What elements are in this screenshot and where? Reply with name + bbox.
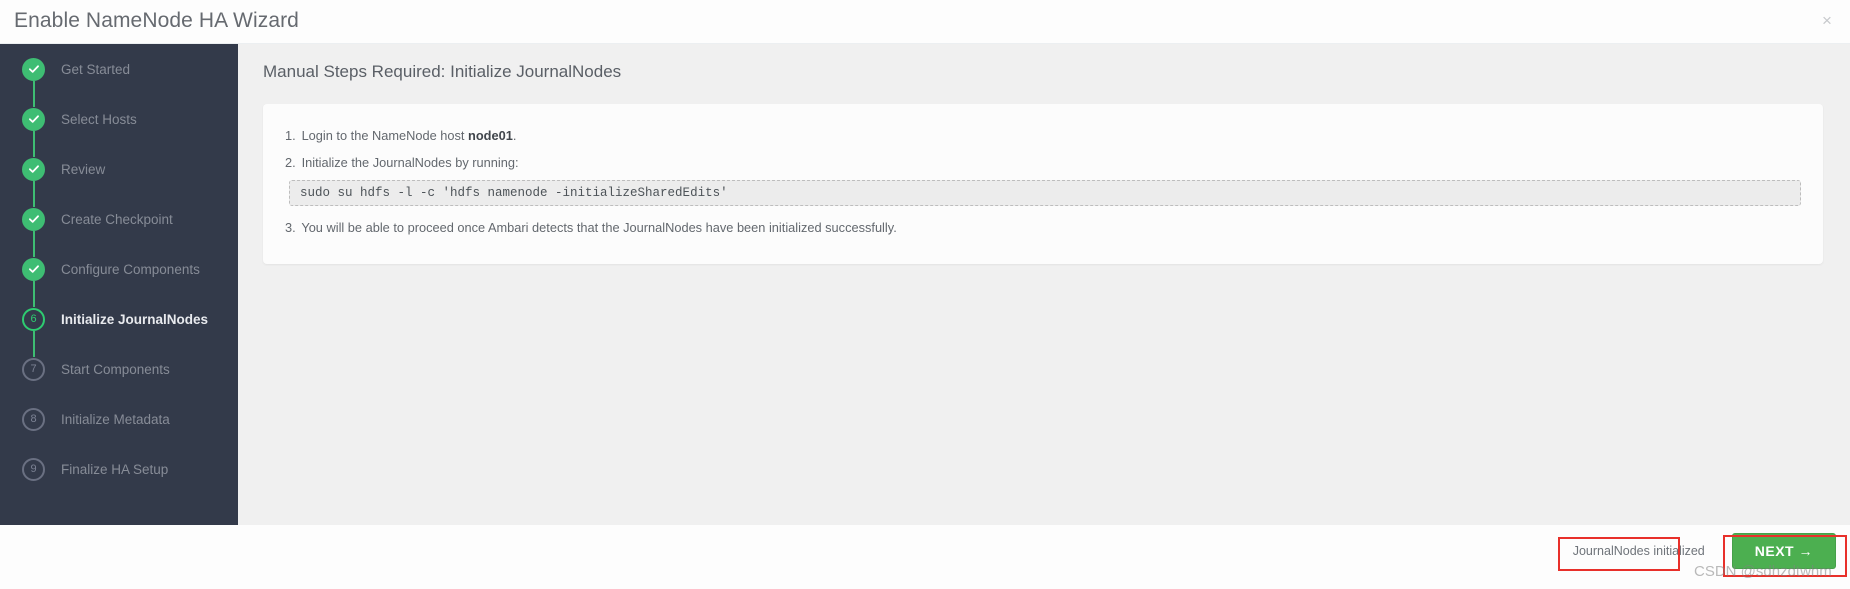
instruction-item-2: 2. Initialize the JournalNodes by runnin… [263,153,1823,172]
sidebar-step-label: Configure Components [61,261,200,277]
sidebar-step-create-checkpoint[interactable]: Create Checkpoint [0,194,238,257]
instruction-hostname: node01 [468,128,513,143]
instruction-text-3: You will be able to proceed once Ambari … [301,220,897,236]
sidebar-step-start-components[interactable]: 7 Start Components [0,344,238,394]
step-number: 6 [22,307,45,331]
sidebar-step-initialize-metadata[interactable]: 8 Initialize Metadata [0,394,238,444]
instruction-suffix-1: . [512,128,517,143]
wizard-sidebar: Get Started Select Hosts Review Create Chec… [0,44,238,525]
sidebar-step-review[interactable]: Review [0,144,238,207]
command-code-block[interactable]: sudo su hdfs -l -c 'hdfs namenode -initi… [289,180,1801,207]
sidebar-step-label: Select Hosts [61,111,137,127]
wizard-titlebar: Enable NameNode HA Wizard × [0,0,1850,44]
check-icon [22,257,45,281]
check-icon [22,207,45,231]
wizard-footer: JournalNodes initialized NEXT → [0,525,1850,589]
sidebar-step-label: Get Started [61,61,131,77]
wizard-step-list: Get Started Select Hosts Review Create Chec… [0,44,238,494]
footer-actions: JournalNodes initialized NEXT → [1564,533,1836,569]
sidebar-step-select-hosts[interactable]: Select Hosts [0,94,238,157]
check-icon [22,107,45,131]
instruction-text-2: Initialize the JournalNodes by running: [301,155,519,171]
instruction-text-1: Login to the NameNode host [301,128,469,143]
sidebar-step-label: Initialize JournalNodes [61,311,209,327]
instruction-number-2: 2. [285,155,296,171]
sidebar-step-initialize-journalnodes[interactable]: 6 Initialize JournalNodes [0,294,238,357]
enable-namenode-ha-wizard-window: Enable NameNode HA Wizard × Get Started S… [0,0,1850,589]
page-title: Manual Steps Required: Initialize Journa… [263,62,622,81]
sidebar-step-finalize-ha-setup[interactable]: 9 Finalize HA Setup [0,444,238,494]
sidebar-step-label: Start Components [61,361,170,377]
sidebar-step-label: Initialize Metadata [61,411,170,427]
instruction-number-3: 3. [285,220,296,236]
step-number: 9 [22,457,45,481]
check-icon [22,57,45,81]
sidebar-step-configure-components[interactable]: Configure Components [0,244,238,307]
wizard-title: Enable NameNode HA Wizard [14,9,299,32]
instructions-panel: 1. Login to the NameNode host node01. 2.… [263,104,1823,264]
step-number: 7 [22,357,45,381]
step-number: 8 [22,407,45,431]
wizard-content: Manual Steps Required: Initialize Journa… [238,44,1850,525]
close-icon[interactable]: × [1816,10,1838,32]
journalnodes-initialized-status[interactable]: JournalNodes initialized [1564,538,1714,564]
next-button[interactable]: NEXT → [1731,533,1836,569]
sidebar-step-label: Create Checkpoint [61,211,173,227]
instruction-number-1: 1. [285,128,296,143]
instruction-item-1: 1. Login to the NameNode host node01. [263,126,1823,145]
sidebar-step-get-started[interactable]: Get Started [0,44,238,107]
instruction-item-3: 3. You will be able to proceed once Amba… [263,218,1823,237]
sidebar-step-label: Review [61,161,106,177]
sidebar-step-label: Finalize HA Setup [61,461,169,477]
wizard-body: Get Started Select Hosts Review Create Chec… [0,44,1850,525]
check-icon [22,157,45,181]
